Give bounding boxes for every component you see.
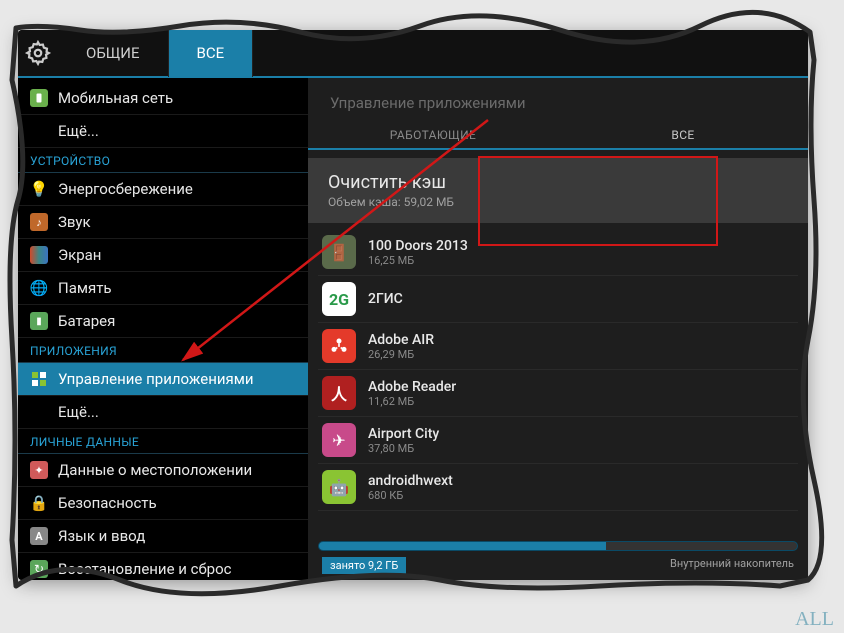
section-personal: ЛИЧНЫЕ ДАННЫЕ xyxy=(18,429,308,454)
clear-cache-subtitle: Объем кэша: 59,02 МБ xyxy=(328,195,788,209)
app-item[interactable]: 2G 2ГИС xyxy=(318,276,798,323)
battery-icon: ▮ xyxy=(30,312,48,330)
app-name: Adobe AIR xyxy=(368,332,434,348)
section-apps: ПРИЛОЖЕНИЯ xyxy=(18,338,308,363)
sidebar-item-language[interactable]: A Язык и ввод xyxy=(18,520,308,553)
app-list[interactable]: 🚪 100 Doors 2013 16,25 МБ 2G 2ГИС xyxy=(308,229,808,535)
sidebar: Мобильная сеть Ещё... УСТРОЙСТВО 💡 Энерг… xyxy=(18,78,308,580)
reset-icon: ↻ xyxy=(30,560,48,578)
app-size: 16,25 МБ xyxy=(368,254,468,267)
app-size: 26,29 МБ xyxy=(368,348,434,361)
device-frame: ОБЩИЕ ВСЕ Мобильная сеть Ещё... УСТРОЙСТ… xyxy=(18,30,808,580)
sidebar-label: Мобильная сеть xyxy=(58,89,173,107)
app-icon: ✈ xyxy=(322,423,356,457)
sidebar-item-manage-apps[interactable]: Управление приложениями xyxy=(18,363,308,396)
watermark: ALL xyxy=(795,608,834,631)
sidebar-item-memory[interactable]: 🌐 Память xyxy=(18,272,308,305)
mobile-icon xyxy=(30,89,48,107)
content-panel: Управление приложениями РАБОТАЮЩИЕ ВСЕ О… xyxy=(308,78,808,580)
tab-all[interactable]: ВСЕ xyxy=(169,30,254,77)
content-tab-running[interactable]: РАБОТАЮЩИЕ xyxy=(308,122,558,148)
clear-cache-button[interactable]: Очистить кэш Объем кэша: 59,02 МБ xyxy=(308,158,808,223)
sidebar-item-reset[interactable]: ↻ Восстановление и сброс xyxy=(18,553,308,580)
app-size: 680 КБ xyxy=(368,489,453,502)
app-icon: 🤖 xyxy=(322,470,356,504)
sidebar-label: Батарея xyxy=(58,312,115,330)
sidebar-item-mobile[interactable]: Мобильная сеть xyxy=(18,82,308,115)
gear-icon xyxy=(18,40,58,66)
sidebar-label: Ещё... xyxy=(58,122,99,140)
content-title: Управление приложениями xyxy=(308,78,808,122)
lang-icon: A xyxy=(30,527,48,545)
app-size: 11,62 МБ xyxy=(368,395,456,408)
app-item[interactable]: ✈ Airport City 37,80 МБ xyxy=(318,417,798,464)
app-item[interactable]: Adobe AIR 26,29 МБ xyxy=(318,323,798,370)
app-name: Adobe Reader xyxy=(368,379,456,395)
content-tabs: РАБОТАЮЩИЕ ВСЕ xyxy=(308,122,808,150)
tab-general[interactable]: ОБЩИЕ xyxy=(58,30,169,77)
app-name: androidhwext xyxy=(368,473,453,489)
app-item[interactable]: 🤖 androidhwext 680 КБ xyxy=(318,464,798,511)
app-item[interactable]: 🚪 100 Doors 2013 16,25 МБ xyxy=(318,229,798,276)
app-name: 100 Doors 2013 xyxy=(368,238,468,254)
storage-row: занято 9,2 ГБ Внутренний накопитель xyxy=(308,555,808,580)
apps-icon xyxy=(30,370,48,388)
sidebar-item-more-2[interactable]: Ещё... xyxy=(18,396,308,429)
sidebar-label: Управление приложениями xyxy=(58,370,254,388)
sidebar-item-more-1[interactable]: Ещё... xyxy=(18,115,308,148)
sidebar-item-power[interactable]: 💡 Энергосбережение xyxy=(18,173,308,206)
header: ОБЩИЕ ВСЕ xyxy=(18,30,808,78)
app-name: 2ГИС xyxy=(368,291,403,307)
app-icon: 🚪 xyxy=(322,235,356,269)
sidebar-item-security[interactable]: 🔒 Безопасность xyxy=(18,487,308,520)
sidebar-item-battery[interactable]: ▮ Батарея xyxy=(18,305,308,338)
sidebar-label: Ещё... xyxy=(58,403,99,421)
location-icon: ✦ xyxy=(30,461,48,479)
storage-used: занято 9,2 ГБ xyxy=(322,557,406,574)
sidebar-item-sound[interactable]: ♪ Звук xyxy=(18,206,308,239)
sound-icon: ♪ xyxy=(30,213,48,231)
sidebar-label: Звук xyxy=(58,213,91,231)
storage-label: Внутренний накопитель xyxy=(670,557,794,574)
app-icon xyxy=(322,329,356,363)
app-icon: 2G xyxy=(322,282,356,316)
sidebar-item-location[interactable]: ✦ Данные о местоположении xyxy=(18,454,308,487)
sidebar-label: Восстановление и сброс xyxy=(58,560,231,578)
sidebar-label: Безопасность xyxy=(58,494,157,512)
memory-icon: 🌐 xyxy=(30,279,48,297)
sidebar-item-screen[interactable]: Экран xyxy=(18,239,308,272)
section-device: УСТРОЙСТВО xyxy=(18,148,308,173)
app-name: Airport City xyxy=(368,426,439,442)
lock-icon: 🔒 xyxy=(30,494,48,512)
app-size: 37,80 МБ xyxy=(368,442,439,455)
sidebar-label: Язык и ввод xyxy=(58,527,145,545)
app-icon: 人 xyxy=(322,376,356,410)
screen-icon xyxy=(30,246,48,264)
sidebar-label: Энергосбережение xyxy=(58,180,193,198)
clear-cache-title: Очистить кэш xyxy=(328,172,788,193)
sidebar-label: Данные о местоположении xyxy=(58,461,252,479)
sidebar-label: Экран xyxy=(58,246,101,264)
sidebar-label: Память xyxy=(58,279,112,297)
app-item[interactable]: 人 Adobe Reader 11,62 МБ xyxy=(318,370,798,417)
storage-bar xyxy=(318,541,798,551)
bulb-icon: 💡 xyxy=(30,180,48,198)
content-tab-all[interactable]: ВСЕ xyxy=(558,122,808,148)
